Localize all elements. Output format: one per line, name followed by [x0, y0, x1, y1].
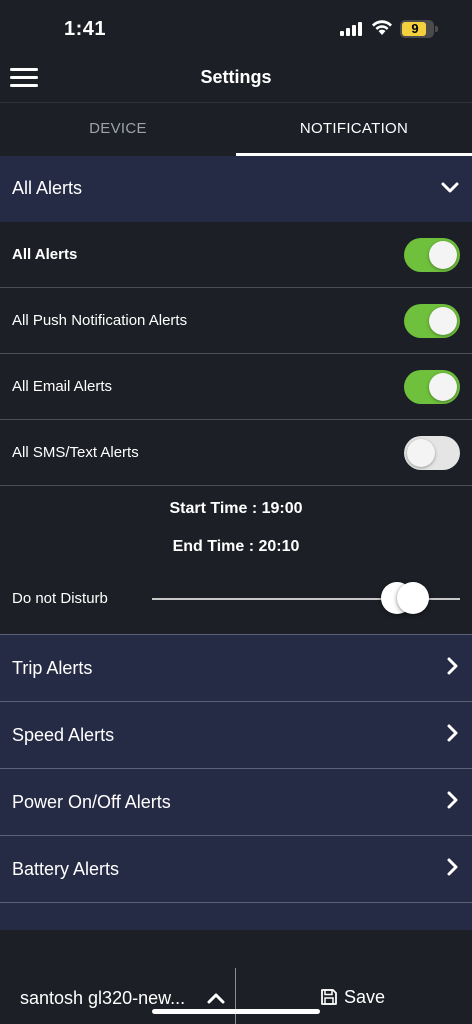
row-sms-alerts: All SMS/Text Alerts — [0, 420, 472, 486]
tab-notification[interactable]: NOTIFICATION — [236, 103, 472, 157]
row-email-alerts: All Email Alerts — [0, 354, 472, 420]
save-label: Save — [344, 986, 386, 1007]
category-label: Battery Alerts — [12, 859, 120, 879]
wifi-icon — [370, 18, 394, 36]
status-time: 1:41 — [64, 18, 107, 40]
category-label: Speed Alerts — [12, 725, 115, 745]
email-alerts-toggle[interactable] — [404, 370, 460, 404]
section-header-label: All Alerts — [12, 178, 83, 198]
row-label: All Push Notification Alerts — [12, 312, 188, 329]
bottom-bar: santosh gl320-new... Save — [0, 930, 472, 1024]
category-speed-alerts[interactable]: Speed Alerts — [0, 701, 472, 768]
row-label: All Alerts — [12, 246, 78, 263]
row-label: All SMS/Text Alerts — [12, 444, 139, 461]
section-header-all-alerts[interactable]: All Alerts — [0, 156, 472, 222]
save-button[interactable]: Save — [320, 982, 385, 1012]
home-indicator — [152, 1009, 320, 1014]
end-time[interactable]: End Time : 20:10 — [0, 538, 472, 556]
row-push-alerts: All Push Notification Alerts — [0, 288, 472, 354]
all-alerts-toggle[interactable] — [404, 238, 460, 272]
category-battery-alerts[interactable]: Battery Alerts — [0, 835, 472, 902]
row-all-alerts: All Alerts — [0, 222, 472, 288]
sms-alerts-toggle[interactable] — [404, 436, 460, 470]
top-bar: Settings — [0, 56, 472, 102]
chevron-right-icon — [446, 724, 458, 742]
chevron-right-icon — [446, 657, 458, 675]
chevron-right-icon — [446, 791, 458, 809]
tab-device[interactable]: DEVICE — [0, 103, 236, 157]
slider-end-handle[interactable] — [397, 582, 429, 614]
category-label: Trip Alerts — [12, 658, 93, 678]
schedule-block: Start Time : 19:00 End Time : 20:10 Do n… — [0, 488, 472, 634]
chevron-down-icon — [440, 180, 460, 196]
bottom-divider — [235, 968, 236, 1024]
category-trip-alerts[interactable]: Trip Alerts — [0, 634, 472, 701]
page-title: Settings — [200, 67, 272, 87]
chevron-up-icon[interactable] — [206, 990, 226, 1006]
category-power-alerts[interactable]: Power On/Off Alerts — [0, 768, 472, 835]
category-label: Power On/Off Alerts — [12, 792, 171, 812]
status-bar: 1:41 9 — [0, 0, 472, 56]
tab-bar: DEVICE NOTIFICATION — [0, 102, 472, 156]
signal-icon — [340, 22, 362, 36]
start-time[interactable]: Start Time : 19:00 — [0, 500, 472, 518]
do-not-disturb-label: Do not Disturb — [12, 590, 108, 607]
chevron-right-icon — [446, 858, 458, 876]
floppy-disk-icon — [320, 988, 338, 1006]
row-label: All Email Alerts — [12, 378, 113, 395]
push-alerts-toggle[interactable] — [404, 304, 460, 338]
device-selector[interactable]: santosh gl320-new... — [20, 988, 185, 1009]
battery-icon: 9 — [400, 20, 438, 38]
category-row-partial[interactable] — [0, 902, 472, 930]
battery-level: 9 — [411, 21, 419, 36]
